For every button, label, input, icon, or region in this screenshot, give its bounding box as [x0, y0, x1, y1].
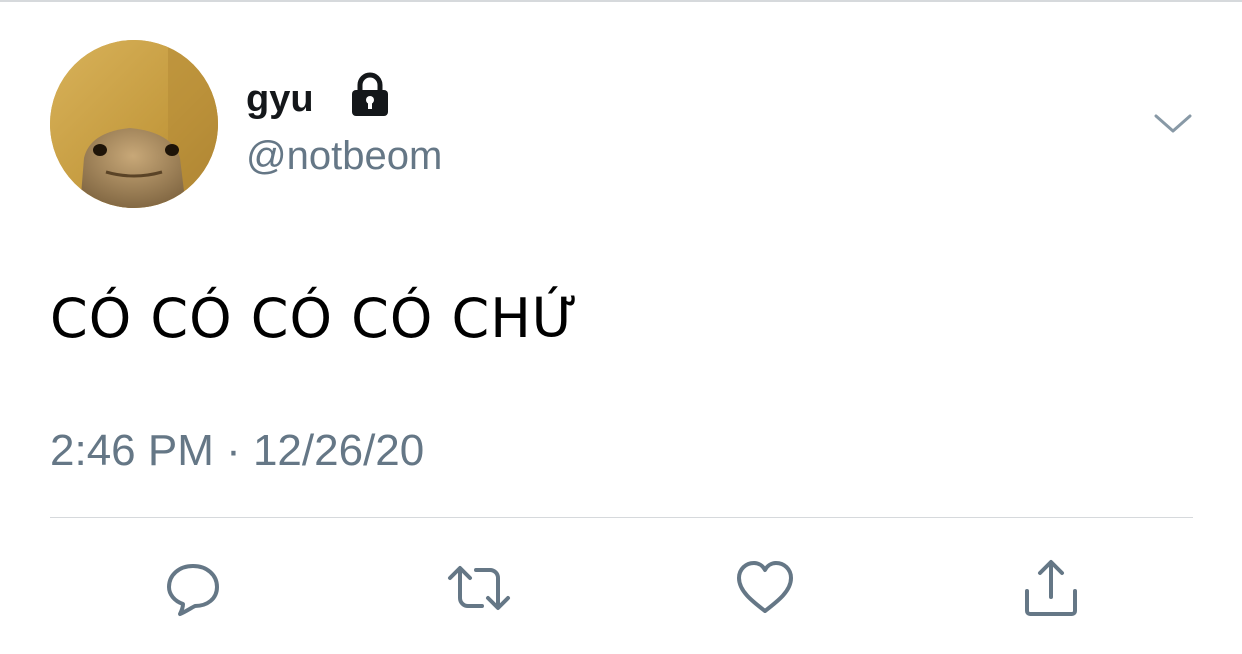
share-button[interactable]: [1018, 556, 1084, 620]
actions-divider: [50, 517, 1193, 518]
share-icon: [1025, 560, 1077, 616]
display-name[interactable]: gyu: [246, 76, 314, 122]
avatar[interactable]: [50, 40, 218, 208]
reply-icon: [167, 564, 219, 616]
user-handle[interactable]: @notbeom: [246, 132, 442, 180]
retweet-icon: [448, 566, 510, 610]
tweet-timestamp[interactable]: 2:46 PM · 12/26/20: [50, 424, 424, 478]
heart-icon: [737, 561, 793, 613]
retweet-button[interactable]: [446, 556, 512, 620]
tweet-menu-button[interactable]: [1150, 106, 1196, 142]
avatar-image: [50, 40, 218, 208]
reply-button[interactable]: [160, 556, 226, 620]
chevron-down-icon: [1154, 114, 1192, 133]
like-button[interactable]: [732, 556, 798, 620]
tweet-text: CÓ CÓ CÓ CÓ CHỨ: [50, 287, 580, 350]
lock-icon: [352, 72, 388, 116]
top-divider: [0, 0, 1242, 2]
